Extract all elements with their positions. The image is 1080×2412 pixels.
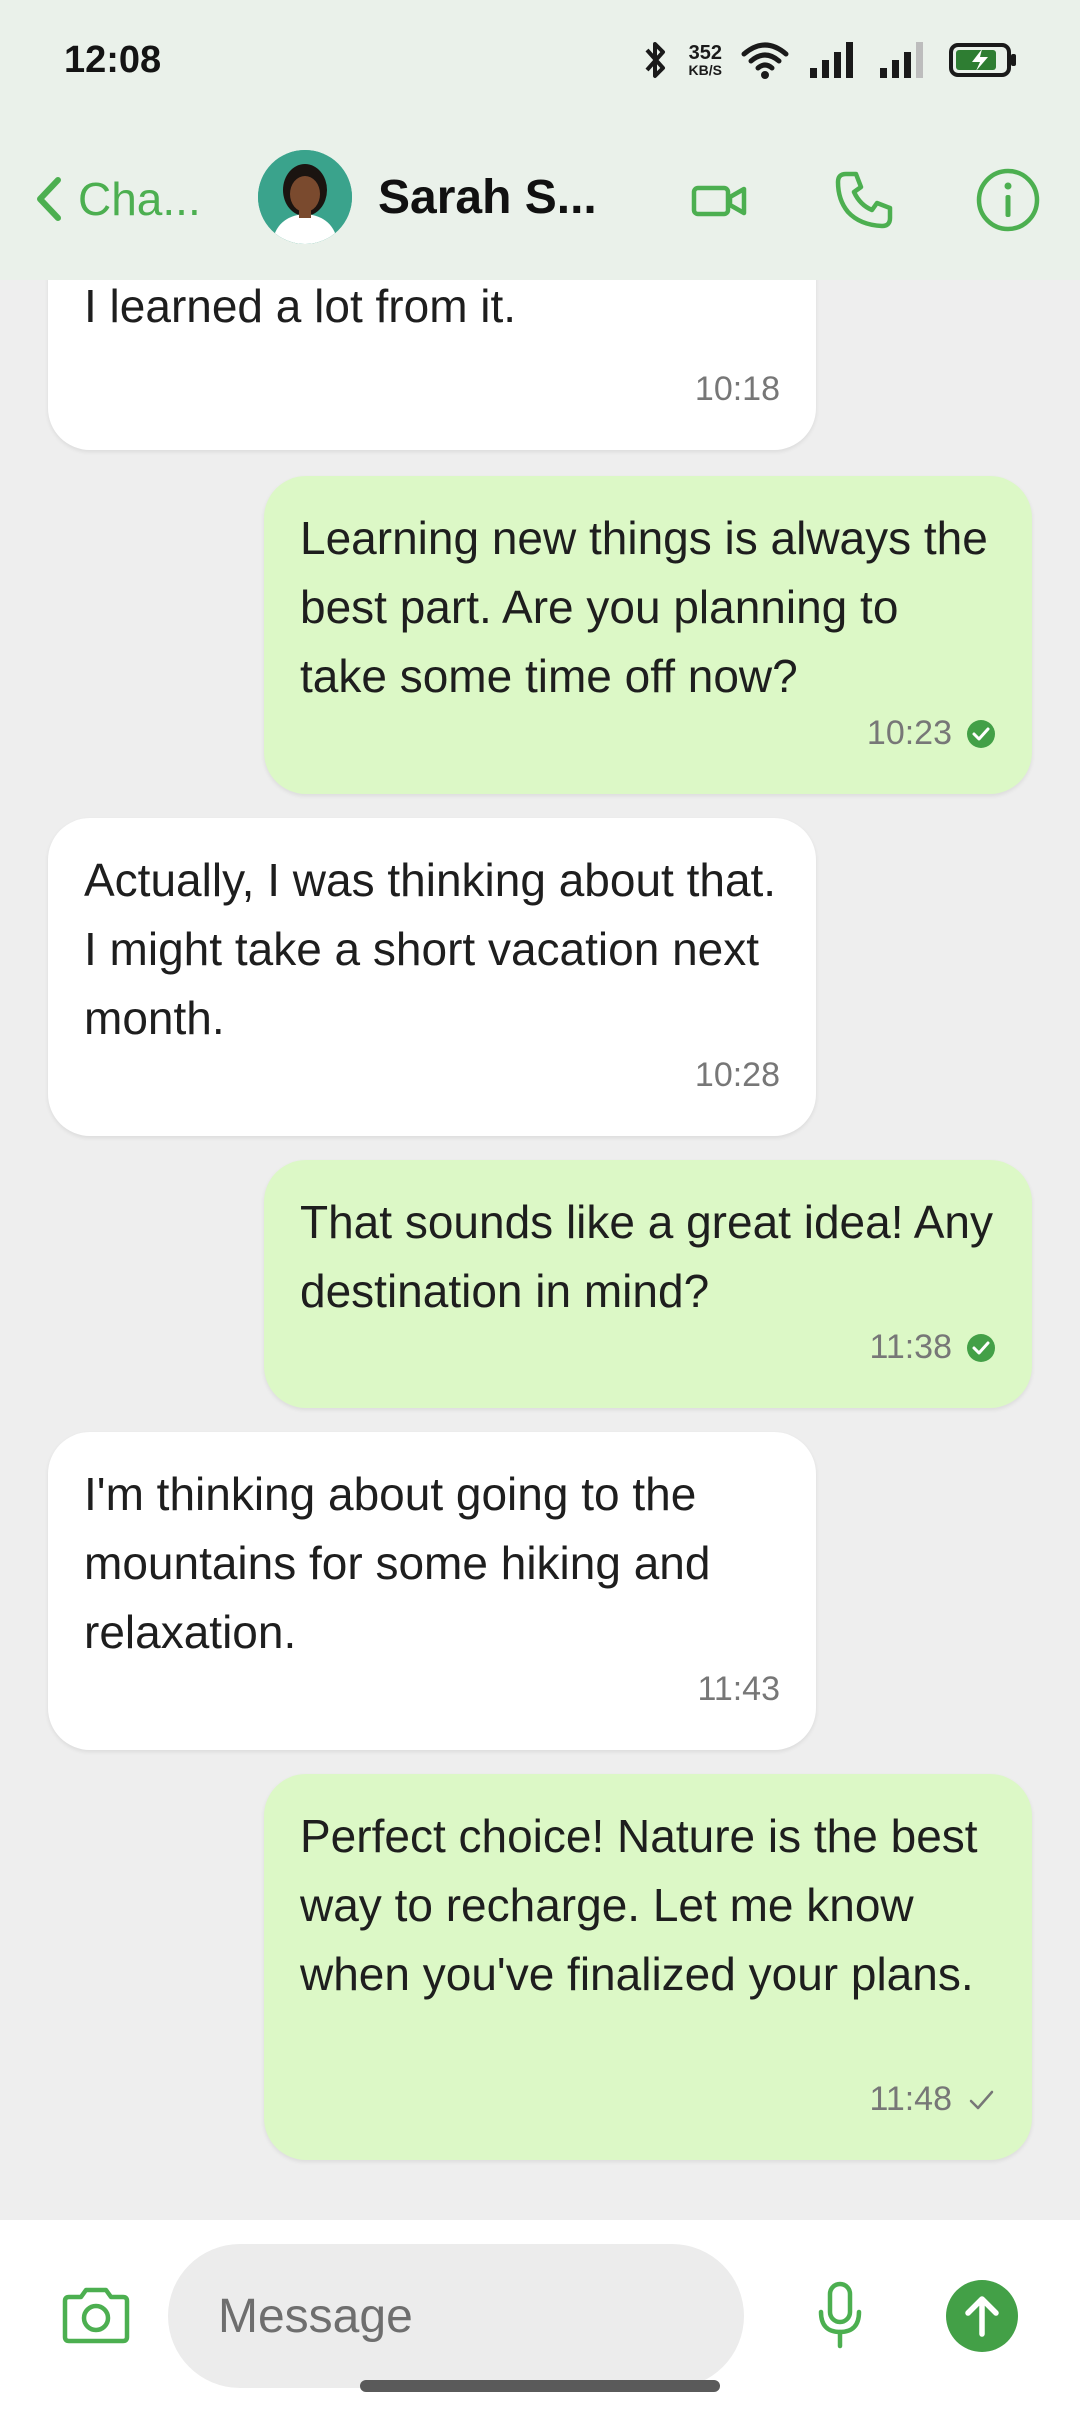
battery-icon (949, 43, 1016, 77)
microphone-icon (818, 2281, 862, 2349)
status-icons: 352 KB/S (641, 40, 1018, 80)
message-bubble-outgoing[interactable]: Learning new things is always the best p… (264, 476, 1032, 794)
sent-check-icon (969, 2090, 994, 2109)
message-text: That sounds like a great idea! Any desti… (300, 1196, 993, 1317)
chevron-left-icon (37, 177, 61, 221)
signal-icon-2 (880, 42, 923, 78)
message-bubble-incoming[interactable]: I'm thinking about going to the mountain… (48, 1432, 816, 1750)
message-time: 10:18 (694, 370, 780, 408)
message-meta: 11:43 (697, 1655, 780, 1724)
message-text: Actually, I was thinking about that. I m… (84, 854, 777, 1044)
read-check-icon (967, 719, 995, 748)
message-bubble-incoming[interactable]: Actually, I was thinking about that. I m… (48, 818, 816, 1136)
message-time: 11:38 (869, 1328, 952, 1366)
message-time: 10:28 (694, 1056, 780, 1094)
net-speed-unit: KB/S (688, 62, 722, 78)
video-call-icon (691, 185, 747, 217)
message-bubble-incoming[interactable]: I learned a lot from it. 10:18 (48, 280, 816, 450)
message-meta: 10:23 (867, 699, 996, 768)
message-meta: 10:28 (695, 1041, 780, 1110)
back-label: Cha... (78, 173, 201, 225)
camera-icon (62, 2287, 130, 2344)
message-meta: 11:38 (869, 1313, 996, 1382)
wifi-icon (741, 42, 789, 79)
message-text: Learning new things is always the best p… (300, 512, 988, 702)
net-speed-indicator: 352 KB/S (689, 43, 722, 77)
signal-icon-1 (810, 42, 853, 78)
message-time: 11:48 (869, 2080, 952, 2118)
message-input[interactable] (168, 2244, 744, 2388)
contact-photo-icon (258, 150, 352, 244)
message-time: 11:43 (697, 1670, 780, 1708)
chat-header: Cha... Sarah S... (0, 120, 1080, 280)
message-list[interactable]: I learned a lot from it. 10:18 Learning … (0, 280, 1080, 2220)
contact-name[interactable]: Sarah S... (378, 170, 597, 225)
voice-record-button[interactable] (800, 2270, 880, 2360)
phone-call-button[interactable] (824, 160, 904, 240)
message-meta: 10:18 (695, 355, 780, 424)
camera-button[interactable] (56, 2276, 136, 2356)
info-button[interactable] (968, 160, 1048, 240)
avatar[interactable] (258, 150, 352, 244)
status-time: 12:08 (64, 38, 162, 81)
bluetooth-icon (645, 42, 665, 78)
read-check-icon (967, 1333, 995, 1362)
arrow-up-icon (965, 2296, 999, 2337)
message-text: I'm thinking about going to the mountain… (84, 1468, 711, 1658)
message-time: 10:23 (866, 714, 952, 752)
message-bubble-outgoing[interactable]: Perfect choice! Nature is the best way t… (264, 1774, 1032, 2160)
video-call-button[interactable] (680, 160, 760, 240)
message-text: Perfect choice! Nature is the best way t… (300, 1810, 978, 2000)
message-text: I learned a lot from it. (84, 280, 517, 332)
net-speed-value: 352 (688, 42, 722, 64)
phone-icon (835, 171, 893, 229)
back-button[interactable]: Cha... (34, 164, 201, 234)
status-bar: 12:08 352 KB/S (0, 0, 1080, 120)
home-indicator[interactable] (360, 2380, 720, 2392)
message-bubble-outgoing[interactable]: That sounds like a great idea! Any desti… (264, 1160, 1032, 1408)
send-button[interactable] (946, 2280, 1018, 2352)
message-meta: 11:48 (869, 2065, 996, 2134)
info-icon (976, 168, 1040, 232)
